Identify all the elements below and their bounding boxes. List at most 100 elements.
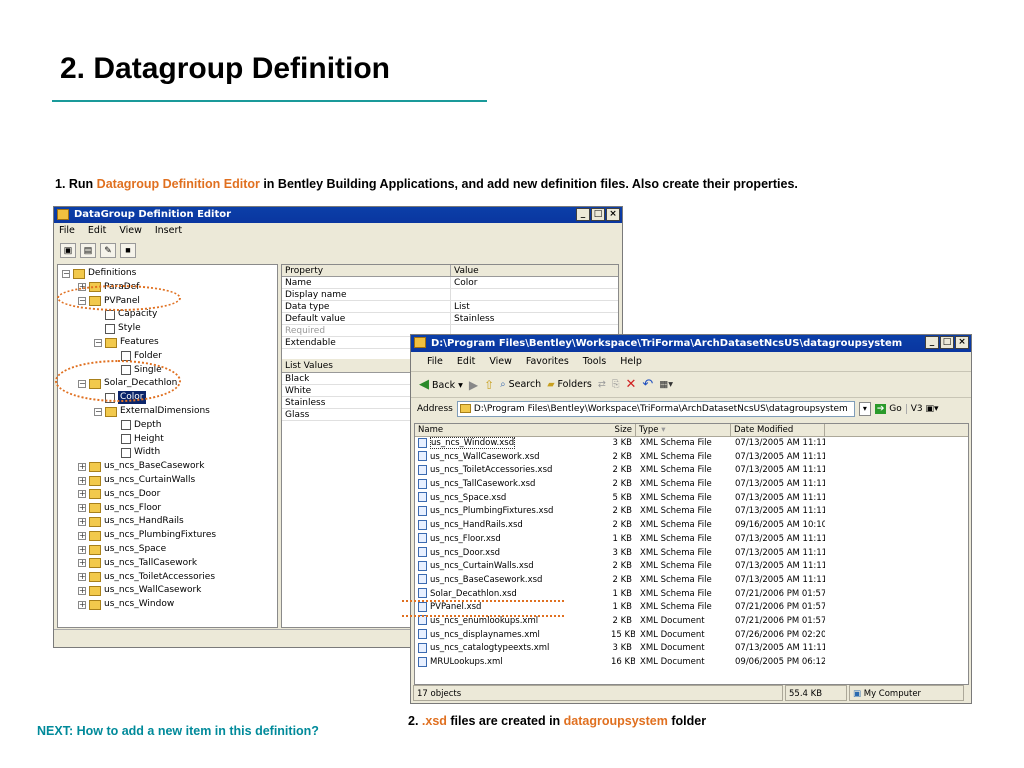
expand-icon[interactable]: +: [78, 531, 86, 540]
new-subgroup-icon[interactable]: ▤: [80, 242, 96, 258]
expand-icon[interactable]: +: [78, 545, 86, 554]
file-row[interactable]: us_ncs_Space.xsd 5 KB XML Schema File 07/13…: [415, 492, 968, 506]
tree-node[interactable]: + us_ncs_HandRails: [78, 515, 184, 528]
views-icon[interactable]: ▦▾: [659, 379, 673, 390]
maximize-button[interactable]: □: [940, 336, 954, 349]
menu-edit[interactable]: Edit: [457, 352, 475, 371]
menu-help[interactable]: Help: [620, 352, 642, 371]
property-row[interactable]: Default value Stainless: [282, 313, 618, 325]
property-row[interactable]: Data type List: [282, 301, 618, 313]
column-size[interactable]: Size: [608, 424, 635, 436]
collapse-icon[interactable]: −: [62, 269, 70, 278]
menu-view[interactable]: View: [489, 352, 512, 371]
tree-node[interactable]: Width: [110, 446, 160, 459]
tree-node[interactable]: + us_ncs_PlumbingFixtures: [78, 529, 216, 542]
tree-node[interactable]: − ExternalDimensions: [94, 405, 210, 418]
menu-edit[interactable]: Edit: [88, 223, 106, 239]
file-row[interactable]: us_ncs_Floor.xsd 1 KB XML Schema File 07/13…: [415, 533, 968, 547]
back-button[interactable]: ◀ Back ▾: [419, 377, 463, 392]
expand-icon[interactable]: +: [78, 600, 86, 609]
file-type: XML Document: [640, 615, 705, 626]
tree-node[interactable]: + us_ncs_CurtainWalls: [78, 474, 195, 487]
file-row[interactable]: PVPanel.xsd 1 KB XML Schema File 07/21/2006…: [415, 601, 968, 615]
file-row[interactable]: us_ncs_catalogtypeexts.xml 3 KB XML Docume…: [415, 642, 968, 656]
collapse-icon[interactable]: −: [94, 407, 102, 416]
file-row[interactable]: us_ncs_ToiletAccessories.xsd 2 KB XML Sche…: [415, 464, 968, 478]
file-row[interactable]: us_ncs_WallCasework.xsd 2 KB XML Schema Fi…: [415, 451, 968, 465]
new-datagroup-icon[interactable]: ▣: [60, 242, 76, 258]
file-row[interactable]: us_ncs_Window.xsd 3 KB XML Schema File 07/1…: [415, 437, 968, 451]
file-row[interactable]: us_ncs_CurtainWalls.xsd 2 KB XML Schema Fi…: [415, 560, 968, 574]
address-input[interactable]: D:\Program Files\Bentley\Workspace\TriFo…: [456, 401, 855, 417]
column-name[interactable]: Name: [415, 424, 608, 436]
close-button[interactable]: ×: [606, 208, 620, 221]
menu-file[interactable]: File: [427, 352, 443, 371]
menu-favorites[interactable]: Favorites: [526, 352, 569, 371]
maximize-button[interactable]: □: [591, 208, 605, 221]
go-arrow-icon: ➔: [874, 404, 887, 414]
tree-node[interactable]: + us_ncs_Window: [78, 598, 174, 611]
move-to-icon[interactable]: ⇄: [598, 379, 606, 390]
explorer-menubar: File Edit View Favorites Tools Help: [411, 352, 971, 372]
menu-insert[interactable]: Insert: [155, 223, 182, 239]
close-button[interactable]: ×: [955, 336, 969, 349]
file-row[interactable]: us_ncs_HandRails.xsd 2 KB XML Schema File 0…: [415, 519, 968, 533]
tree-node[interactable]: Style: [94, 322, 141, 335]
folders-button[interactable]: ▰ Folders: [547, 379, 592, 390]
file-row[interactable]: us_ncs_displaynames.xml 15 KB XML Document…: [415, 629, 968, 643]
property-value: Color: [450, 277, 618, 288]
expand-icon[interactable]: +: [78, 490, 86, 499]
tree-node[interactable]: + us_ncs_TallCasework: [78, 557, 197, 570]
status-object-count: 17 objects: [413, 685, 783, 701]
property-row[interactable]: Name Color: [282, 277, 618, 289]
menu-view[interactable]: View: [119, 223, 142, 239]
tree-node[interactable]: + us_ncs_Space: [78, 543, 166, 556]
expand-icon[interactable]: +: [78, 504, 86, 513]
file-row[interactable]: us_ncs_PlumbingFixtures.xsd 2 KB XML Schem…: [415, 505, 968, 519]
expand-icon[interactable]: +: [78, 517, 86, 526]
file-row[interactable]: us_ncs_TallCasework.xsd 2 KB XML Schema Fi…: [415, 478, 968, 492]
property-row[interactable]: Display name: [282, 289, 618, 301]
tree-node[interactable]: + us_ncs_BaseCasework: [78, 460, 204, 473]
instruction-suffix: in Bentley Building Applications, and ad…: [259, 177, 798, 191]
expand-icon[interactable]: +: [78, 476, 86, 485]
tree-node[interactable]: Height: [110, 433, 164, 446]
tree-node[interactable]: − Features: [94, 336, 159, 349]
tree-node[interactable]: + us_ncs_Floor: [78, 502, 161, 515]
menu-tools[interactable]: Tools: [583, 352, 606, 371]
tree-node[interactable]: + us_ncs_ToiletAccessories: [78, 571, 215, 584]
expand-icon[interactable]: +: [78, 586, 86, 595]
file-type: XML Schema File: [640, 533, 712, 544]
new-property-icon[interactable]: ✎: [100, 242, 116, 258]
minimize-button[interactable]: _: [925, 336, 939, 349]
column-type[interactable]: Type ▾: [635, 424, 730, 436]
expand-icon[interactable]: +: [78, 573, 86, 582]
links-bar[interactable]: V3 ▣▾: [905, 404, 939, 414]
tree-node[interactable]: + us_ncs_WallCasework: [78, 584, 201, 597]
go-button[interactable]: ➔ Go: [874, 404, 902, 414]
editor-titlebar[interactable]: DataGroup Definition Editor _ □ ×: [54, 207, 622, 223]
tree-node[interactable]: Depth: [110, 419, 161, 432]
up-folder-icon[interactable]: ⇧: [484, 378, 494, 392]
file-row[interactable]: us_ncs_BaseCasework.xsd 2 KB XML Schema Fi…: [415, 574, 968, 588]
file-row[interactable]: us_ncs_Door.xsd 3 KB XML Schema File 07/13/…: [415, 547, 968, 561]
menu-file[interactable]: File: [59, 223, 75, 239]
minimize-button[interactable]: _: [576, 208, 590, 221]
tree-node[interactable]: − Definitions: [62, 267, 136, 280]
forward-arrow-icon[interactable]: ▶: [469, 378, 478, 392]
search-button[interactable]: ⌕ Search: [500, 379, 541, 390]
undo-icon[interactable]: ↶: [642, 377, 653, 392]
expand-icon[interactable]: +: [78, 462, 86, 471]
next-text: NEXT: How to add a new item in this defi…: [37, 724, 319, 738]
file-row[interactable]: MRULookups.xml 16 KB XML Document 09/06/200…: [415, 656, 968, 670]
column-date-modified[interactable]: Date Modified: [730, 424, 825, 436]
collapse-icon[interactable]: −: [94, 338, 102, 347]
explorer-titlebar[interactable]: D:\Program Files\Bentley\Workspace\TriFo…: [411, 335, 971, 352]
copy-to-icon[interactable]: ⎘: [612, 379, 620, 390]
tree-node[interactable]: + us_ncs_Door: [78, 488, 160, 501]
expand-icon[interactable]: +: [78, 559, 86, 568]
xsd-file-icon: [418, 505, 427, 516]
address-dropdown-icon[interactable]: ▾: [858, 402, 871, 416]
delete-icon[interactable]: ✕: [625, 377, 636, 392]
save-icon[interactable]: ■: [120, 242, 136, 258]
